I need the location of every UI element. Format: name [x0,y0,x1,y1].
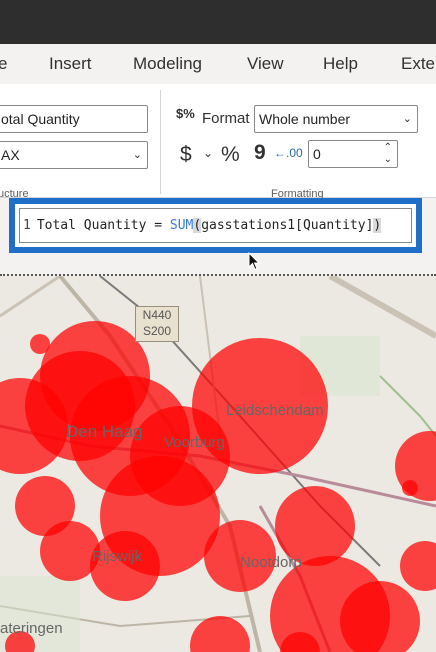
road-label-n440: N440 [142,308,172,322]
formula-prefix: Total Quantity = [36,218,170,233]
line-number: 1 [23,218,31,233]
format-label: Format [202,110,250,127]
menu-view[interactable]: View [247,54,284,74]
road-label-s200: S200 [142,324,172,338]
formula-highlight: 1 Total Quantity = SUM(gasstations1[Quant… [9,198,422,253]
place-label-den-haag: Den Haag [66,422,143,441]
menu-modeling[interactable]: Modeling [133,54,202,74]
menu-help[interactable]: Help [323,54,358,74]
ribbon-separator [160,90,161,194]
map-visual[interactable]: N440 S200 Leidschendam Voorburg Den Haag… [0,276,436,652]
menu-insert[interactable]: Insert [49,54,92,74]
format-icon: $% [176,106,195,121]
data-type-value: AX [1,147,20,163]
menu-bar: e Insert Modeling View Help Exter [0,44,436,84]
formula-argument: gasstations1[Quantity] [201,218,374,233]
currency-button[interactable]: $ [180,143,192,167]
place-label-voorburg: Voorburg [164,434,225,451]
decimal-places-stepper[interactable]: 0 ⌃ ⌄ [308,140,398,168]
decimal-icon[interactable]: ←.00 [274,146,303,160]
comma-style-button[interactable]: 9 [254,141,266,165]
menu-file[interactable]: e [0,54,7,74]
measure-name-value: otal Quantity [1,111,80,127]
format-value: Whole number [259,111,351,127]
title-bar [0,0,436,44]
road-shield: N440 S200 [135,306,179,342]
place-label-leidschendam: Leidschendam [226,402,324,419]
chevron-down-icon[interactable]: ⌄ [384,147,392,167]
formula-editor[interactable]: 1 Total Quantity = SUM(gasstations1[Quant… [19,208,412,243]
place-label-wateringen: ateringen [0,620,63,637]
formula-close-paren: ) [373,218,382,233]
map-canvas [0,276,436,652]
place-label-rijswijk: Rijswijk [92,548,142,565]
menu-external-tools[interactable]: Exter [401,54,436,74]
place-label-nootdorp: Nootdorp [240,554,302,571]
measure-name-field[interactable]: otal Quantity [0,105,148,133]
chevron-down-icon: ⌄ [132,149,142,161]
decimal-places-value: 0 [313,146,321,162]
percent-button[interactable]: % [221,143,240,167]
mouse-cursor-icon [248,252,261,271]
chevron-down-icon: ⌄ [402,113,412,125]
chevron-down-icon[interactable]: ⌄ [203,146,213,160]
data-type-dropdown[interactable]: AX ⌄ [0,141,148,169]
format-dropdown[interactable]: Whole number ⌄ [254,105,418,133]
formula-function: SUM [169,218,194,233]
